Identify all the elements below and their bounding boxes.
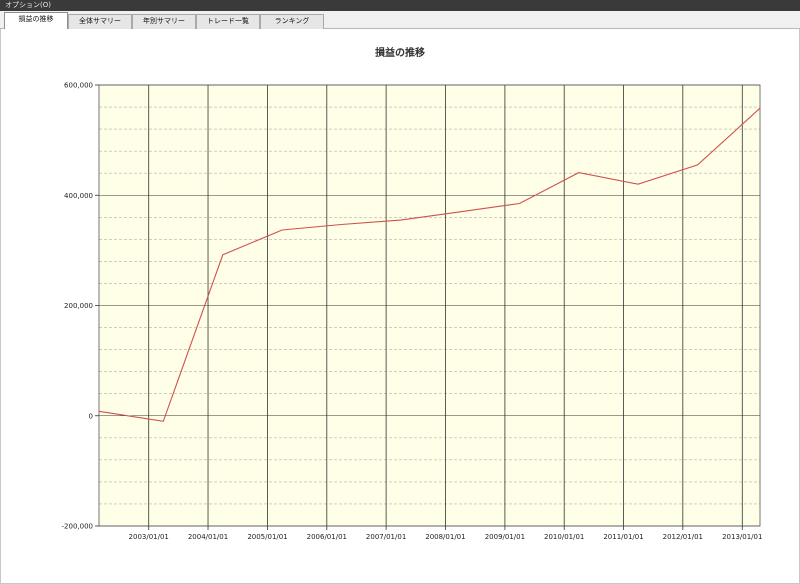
y-tick-label: 600,000 [64,82,93,90]
y-tick-label: 0 [89,412,93,420]
y-tick-label: -200,000 [62,523,93,531]
y-tick-label: 400,000 [64,192,93,200]
x-tick-label: 2008/01/01 [425,533,465,541]
x-tick-label: 2007/01/01 [366,533,406,541]
y-tick-label: 200,000 [64,302,93,310]
pnl-line-chart: -200,000 0 200,000 400,000 600,000 2003/01/01… [62,82,763,542]
x-tick-label: 2009/01/01 [485,533,525,541]
x-tick-label: 2004/01/01 [188,533,228,541]
x-tick-label: 2010/01/01 [544,533,584,541]
x-tick-label: 2011/01/01 [603,533,643,541]
x-tick-label: 2006/01/01 [307,533,347,541]
x-tick-label: 2005/01/01 [247,533,287,541]
chart-title: 損益の推移 [375,48,425,59]
x-tick-label: 2012/01/01 [663,533,703,541]
x-tick-label: 2013/01/01 [722,533,762,541]
x-tick-label: 2003/01/01 [129,533,169,541]
